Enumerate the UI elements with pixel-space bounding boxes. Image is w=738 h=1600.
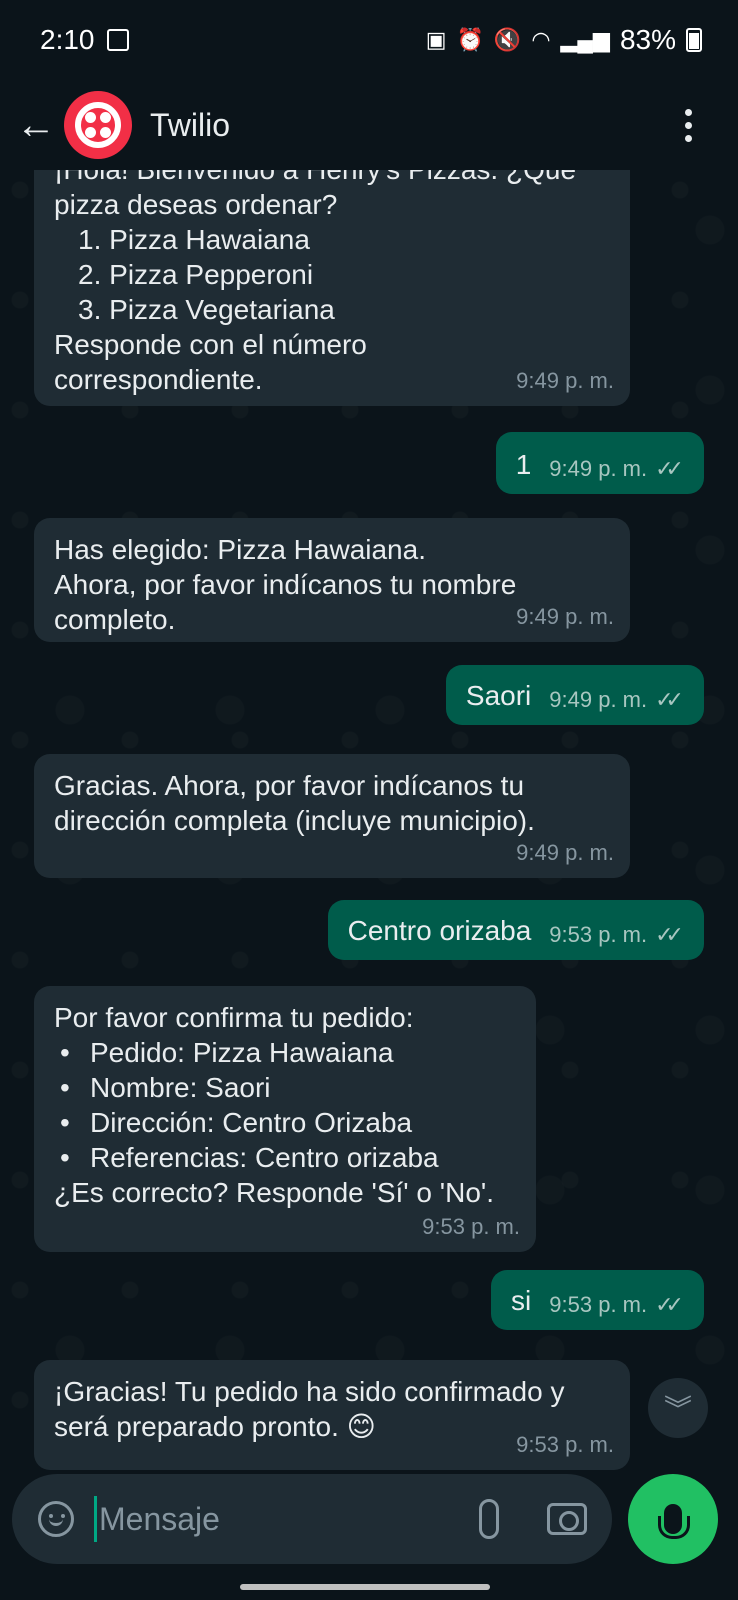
- message-input[interactable]: [99, 1500, 459, 1538]
- read-receipt-icon: ✓✓: [655, 687, 684, 712]
- twilio-logo-icon: [75, 102, 121, 148]
- microphone-icon: [658, 1504, 690, 1539]
- voice-message-button[interactable]: [628, 1474, 718, 1564]
- message-text: Por favor confirma tu pedido:: [54, 1002, 414, 1033]
- message-list[interactable]: ¡Hola! Bienvenido a Henry's Pizzas. ¿Qué…: [0, 170, 738, 1470]
- message-time: 9:53 p. m.: [516, 1432, 614, 1457]
- message-text: si: [511, 1285, 532, 1316]
- message-text: ¡Gracias! Tu pedido ha sido confirmado y: [54, 1376, 565, 1407]
- contact-name[interactable]: Twilio: [150, 107, 230, 144]
- scroll-to-bottom-button[interactable]: ︾: [648, 1378, 708, 1438]
- message-text: ¿Es correcto? Responde 'Sí' o 'No'.: [54, 1177, 495, 1208]
- list-item: 2. Pizza Pepperoni: [78, 259, 314, 290]
- outgoing-message[interactable]: Saori 9:49 p. m. ✓✓: [445, 665, 704, 725]
- message-time: 9:49 p. m.: [516, 604, 614, 629]
- message-time-wrap: 9:53 p. m. ✓✓: [549, 1287, 684, 1322]
- status-time: 2:10: [40, 24, 95, 55]
- attachment-icon[interactable]: [479, 1499, 499, 1539]
- home-indicator[interactable]: [240, 1584, 490, 1590]
- chat-header: ← Twilio: [0, 80, 738, 170]
- list-item: • Dirección: Centro Orizaba: [60, 1107, 413, 1138]
- message-composer: [12, 1474, 612, 1564]
- incoming-message[interactable]: Gracias. Ahora, por favor indícanos tu d…: [34, 754, 630, 878]
- message-time-wrap: 9:49 p. m. ✓✓: [549, 682, 684, 717]
- list-item: • Referencias: Centro orizaba: [60, 1142, 439, 1173]
- incoming-message[interactable]: Has elegido: Pizza Hawaiana. Ahora, por …: [34, 518, 630, 642]
- more-options-button[interactable]: [668, 100, 708, 150]
- message-text: Centro orizaba: [347, 915, 532, 946]
- ordered-list: 1. Pizza Hawaiana 2. Pizza Pepperoni 3. …: [54, 222, 610, 327]
- message-text: Responde con el número: [54, 329, 367, 360]
- wifi-icon: ◠: [531, 27, 551, 52]
- gallery-notification-icon: [106, 29, 129, 51]
- avatar[interactable]: [64, 91, 132, 159]
- message-text: Ahora, por favor indícanos tu nombre: [54, 569, 517, 600]
- message-time: 9:49 p. m.: [516, 368, 614, 393]
- message-text: pizza deseas ordenar?: [54, 189, 338, 220]
- outgoing-message[interactable]: si 9:53 p. m. ✓✓: [491, 1270, 704, 1330]
- list-item: 1. Pizza Hawaiana: [78, 224, 310, 255]
- status-bar: 2:10 ▣ ⏰ 🔇 ◠ ▂▄▆ 83%: [0, 0, 738, 80]
- message-text: ¡Hola! Bienvenido a Henry's Pizzas. ¿Qué: [54, 170, 610, 187]
- outgoing-message[interactable]: 1 9:49 p. m. ✓✓: [495, 432, 704, 494]
- incoming-message[interactable]: ¡Gracias! Tu pedido ha sido confirmado y…: [34, 1360, 630, 1470]
- message-time: 9:49 p. m.: [516, 840, 614, 865]
- incoming-message[interactable]: Por favor confirma tu pedido: • Pedido: P…: [34, 986, 536, 1252]
- mute-icon: 🔇: [493, 27, 522, 52]
- list-item: • Nombre: Saori: [60, 1072, 271, 1103]
- message-text: 1: [515, 449, 532, 480]
- battery-icon: [686, 28, 702, 52]
- read-receipt-icon: ✓✓: [655, 1292, 684, 1317]
- double-chevron-down-icon: ︾: [663, 1394, 692, 1425]
- back-button[interactable]: ←: [6, 95, 66, 155]
- outgoing-message[interactable]: Centro orizaba 9:53 p. m. ✓✓: [327, 900, 704, 960]
- message-text: Gracias. Ahora, por favor indícanos tu: [54, 770, 525, 801]
- incoming-message[interactable]: ¡Hola! Bienvenido a Henry's Pizzas. ¿Qué…: [34, 170, 630, 406]
- read-receipt-icon: ✓✓: [655, 922, 684, 947]
- message-time-wrap: 9:53 p. m. ✓✓: [549, 917, 684, 952]
- arrow-left-icon: ←: [16, 102, 56, 147]
- text-cursor: [94, 1496, 97, 1542]
- message-time: 9:53 p. m.: [549, 1292, 648, 1317]
- read-receipt-icon: ✓✓: [655, 456, 684, 481]
- message-text: Saori: [465, 680, 532, 711]
- bullet-list: • Pedido: Pizza Hawaiana • Nombre: Saori •…: [54, 1035, 516, 1175]
- message-time: 9:49 p. m.: [549, 456, 648, 481]
- signal-icon: ▂▄▆: [560, 27, 610, 52]
- message-time: 9:49 p. m.: [549, 687, 648, 712]
- list-item: 3. Pizza Vegetariana: [78, 294, 335, 325]
- message-time: 9:53 p. m.: [422, 1214, 520, 1239]
- battery-percent: 83%: [619, 24, 676, 55]
- message-text: dirección completa (incluye municipio).: [54, 805, 535, 836]
- message-time: 9:53 p. m.: [549, 922, 648, 947]
- alarm-icon: ⏰: [456, 27, 484, 52]
- camera-icon[interactable]: [547, 1503, 587, 1535]
- message-text: Has elegido: Pizza Hawaiana.: [54, 534, 426, 565]
- list-item: • Pedido: Pizza Hawaiana: [60, 1037, 394, 1068]
- message-time-wrap: 9:49 p. m. ✓✓: [549, 451, 684, 486]
- sticker-icon[interactable]: [38, 1501, 74, 1537]
- notification-icon: ▣: [425, 27, 447, 52]
